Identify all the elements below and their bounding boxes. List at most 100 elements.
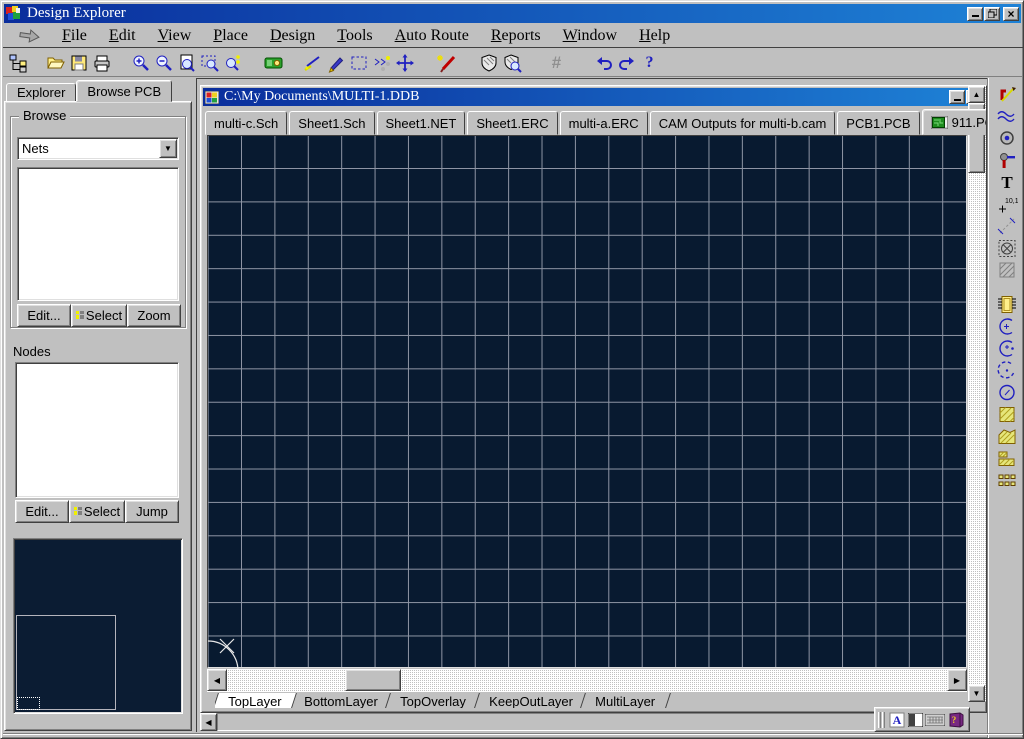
place-dimension[interactable] — [995, 215, 1018, 237]
place-hatched-fill[interactable] — [995, 259, 1018, 281]
draw-tool[interactable] — [324, 52, 347, 74]
tab-multi-c-sch[interactable]: multi-c.Sch — [205, 111, 287, 135]
select-button[interactable]: Select — [71, 304, 127, 327]
zoom-in[interactable] — [129, 52, 152, 74]
help[interactable]: ? — [638, 52, 661, 74]
canvas-h-scrollbar[interactable]: ◀ ▶ — [207, 669, 967, 692]
print[interactable] — [90, 52, 113, 74]
tab-multi-a-erc[interactable]: multi-a.ERC — [560, 111, 648, 135]
zoom-document[interactable] — [175, 52, 198, 74]
layer-tab-multilayer[interactable]: MultiLayer — [579, 693, 671, 708]
toolbar-grip[interactable] — [878, 712, 881, 728]
move-object[interactable] — [393, 52, 416, 74]
place-via[interactable] — [995, 127, 1018, 149]
h-scroll-track[interactable] — [217, 713, 889, 731]
menu-reports[interactable]: Reports — [480, 26, 552, 46]
h-scroll-thumb[interactable] — [345, 669, 401, 691]
select-area[interactable] — [347, 52, 370, 74]
zoom-button[interactable]: Zoom — [127, 304, 181, 327]
viewport-indicator[interactable] — [17, 697, 40, 710]
place-wave-track[interactable] — [995, 105, 1018, 127]
edit-button[interactable]: Edit... — [17, 304, 71, 327]
place-full-circle[interactable] — [995, 381, 1018, 403]
jump-button[interactable]: Jump — [125, 500, 179, 523]
keyboard-shortcuts-icon[interactable] — [925, 709, 945, 731]
place-room[interactable] — [995, 237, 1018, 259]
place-arc-center[interactable] — [995, 315, 1018, 337]
tab-911-pcb[interactable]: 911.PCB — [922, 109, 987, 135]
chevron-down-icon[interactable]: ▼ — [159, 139, 177, 158]
nodes-listbox[interactable] — [15, 362, 179, 498]
place-arc-angles[interactable] — [995, 359, 1018, 381]
design-manager-toggle[interactable] — [7, 52, 30, 74]
tab-cam-outputs[interactable]: CAM Outputs for multi-b.cam — [650, 111, 836, 135]
undo[interactable] — [592, 52, 615, 74]
layer-tab-keepoutlayer[interactable]: KeepOutLayer — [473, 693, 589, 708]
minimize-icon[interactable] — [949, 90, 965, 104]
scroll-down-icon[interactable]: ▼ — [968, 685, 985, 702]
zoom-selection[interactable] — [221, 52, 244, 74]
board-preview-minimap[interactable] — [13, 538, 183, 714]
tab-911-pcb-label: 911.PCB — [952, 115, 987, 130]
scroll-left-icon[interactable]: ◀ — [200, 713, 217, 731]
layer-tab-bottomlayer[interactable]: BottomLayer — [288, 693, 394, 708]
minimize-icon[interactable] — [967, 7, 983, 21]
design-rule-check[interactable] — [477, 52, 500, 74]
browse-mode-dropdown[interactable]: Nets ▼ — [17, 137, 179, 160]
workspace-h-scrollbar[interactable]: ◀ — [200, 713, 890, 732]
zoom-area[interactable] — [198, 52, 221, 74]
tab-explorer[interactable]: Explorer — [6, 83, 76, 102]
menu-arrow-icon[interactable] — [19, 29, 41, 43]
browse-violations[interactable] — [500, 52, 523, 74]
zoom-out[interactable] — [152, 52, 175, 74]
place-arc-edge[interactable] — [995, 337, 1018, 359]
layer-tab-toplayer[interactable]: TopLayer — [215, 693, 297, 708]
contrast-display-icon[interactable] — [906, 709, 925, 731]
tab-sheet1-erc[interactable]: Sheet1.ERC — [467, 111, 557, 135]
redo[interactable] — [615, 52, 638, 74]
place-polygon-plane[interactable] — [995, 425, 1018, 447]
toolbar-grip[interactable] — [882, 712, 885, 728]
menu-tools[interactable]: Tools — [326, 26, 383, 46]
layer-tab-topoverlay[interactable]: TopOverlay — [385, 693, 483, 708]
nets-listbox[interactable] — [17, 167, 179, 301]
menu-auto-route[interactable]: Auto Route — [384, 26, 480, 46]
open-document[interactable] — [44, 52, 67, 74]
place-interactive-track[interactable] — [995, 83, 1018, 105]
tab-pcb1-pcb[interactable]: PCB1.PCB — [837, 111, 919, 135]
scroll-up-icon[interactable]: ▲ — [968, 86, 985, 103]
pcb-canvas[interactable] — [207, 135, 967, 668]
place-pad-array[interactable] — [995, 469, 1018, 491]
workspace-v-scrollbar[interactable]: ▲ ▼ — [968, 86, 986, 702]
restore-icon[interactable] — [984, 7, 1000, 21]
menu-help[interactable]: Help — [628, 26, 681, 46]
menu-edit[interactable]: Edit — [98, 26, 147, 46]
toggle-grid[interactable]: # — [545, 52, 568, 74]
wizard[interactable] — [434, 52, 457, 74]
menu-view[interactable]: View — [147, 26, 203, 46]
place-pad[interactable] — [995, 149, 1018, 171]
cutter-tool[interactable] — [301, 52, 324, 74]
menu-place[interactable]: Place — [202, 26, 259, 46]
menu-window[interactable]: Window — [552, 26, 628, 46]
help-book-icon[interactable]: ? — [946, 709, 966, 731]
place-fill[interactable] — [995, 403, 1018, 425]
place-component[interactable] — [995, 293, 1018, 315]
deselect-all[interactable] — [370, 52, 393, 74]
close-icon[interactable]: × — [1003, 7, 1019, 21]
place-string[interactable]: T — [995, 171, 1018, 193]
scroll-left-icon[interactable]: ◀ — [207, 669, 227, 691]
scroll-right-icon[interactable]: ▶ — [947, 669, 967, 691]
menu-design[interactable]: Design — [259, 26, 326, 46]
browse-library[interactable] — [262, 52, 285, 74]
place-coordinate[interactable]: 10,10 — [995, 193, 1018, 215]
place-split-plane[interactable] — [995, 447, 1018, 469]
nodes-edit-button[interactable]: Edit... — [15, 500, 69, 523]
tab-sheet1-sch[interactable]: Sheet1.Sch — [289, 111, 374, 135]
tab-browse-pcb[interactable]: Browse PCB — [76, 80, 172, 102]
nodes-select-button[interactable]: Select — [69, 500, 125, 523]
text-find-icon[interactable]: A — [888, 709, 907, 731]
save-document[interactable] — [67, 52, 90, 74]
menu-file[interactable]: File — [51, 26, 98, 46]
tab-sheet1-net[interactable]: Sheet1.NET — [377, 111, 466, 135]
